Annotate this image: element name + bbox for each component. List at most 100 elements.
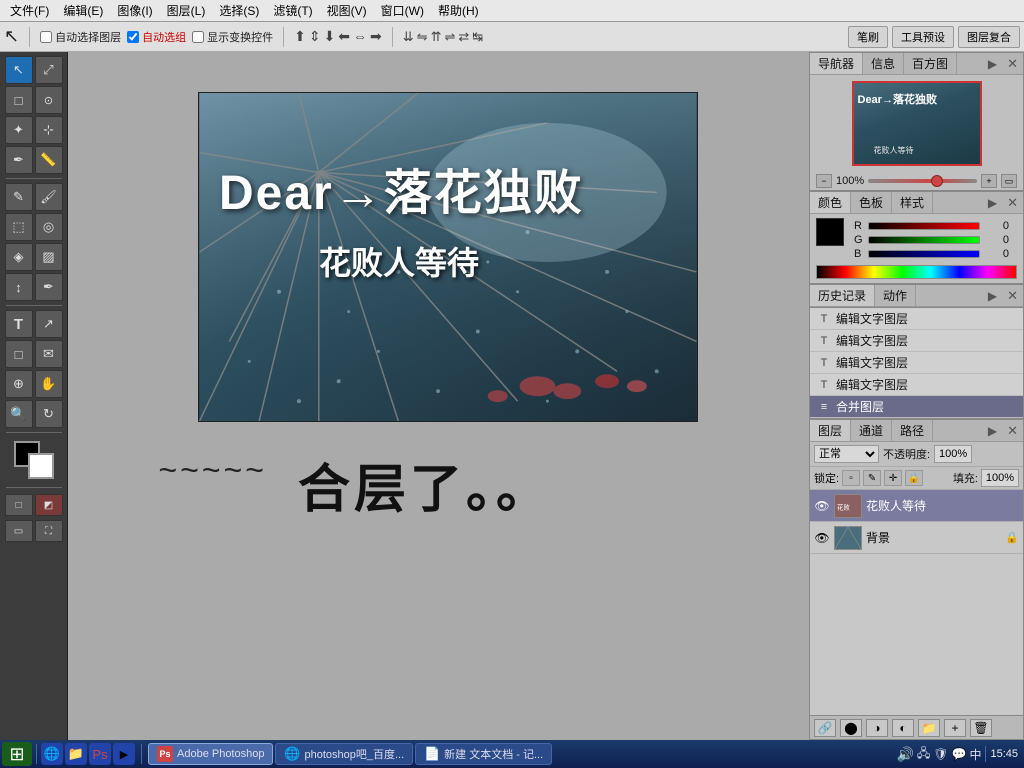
layer-comp-btn[interactable]: 图层复合 [958, 26, 1020, 48]
dodge-btn[interactable]: ↕ [5, 273, 33, 301]
layer-link-btn[interactable]: 🔗 [814, 719, 836, 737]
zoom-slider[interactable] [868, 179, 977, 183]
dist5-icon[interactable]: ⇄ [458, 29, 469, 45]
swatches-tab[interactable]: 色板 [851, 192, 892, 213]
move-tool-btn[interactable]: ↖ [5, 56, 33, 84]
fill-input[interactable] [981, 469, 1019, 487]
zoom-btn[interactable]: 🔍 [5, 400, 33, 428]
layer-item-2[interactable]: 👁 背景 🔒 [810, 522, 1023, 554]
arrow-quicklaunch[interactable]: ▶ [113, 743, 135, 765]
path-select-btn[interactable]: ↗ [35, 310, 63, 338]
network-icon[interactable]: 🖧 [917, 744, 930, 765]
taskbar-notepad[interactable]: 📄 新建 文本文档 - 记... [415, 743, 552, 765]
menu-select[interactable]: 选择(S) [213, 0, 265, 21]
menu-view[interactable]: 视图(V) [321, 0, 373, 21]
layer-group-btn[interactable]: 📁 [918, 719, 940, 737]
brush-btn[interactable]: 笔刷 [848, 26, 888, 48]
dist6-icon[interactable]: ↹ [472, 29, 483, 45]
eraser-btn[interactable]: ◈ [5, 243, 33, 271]
artboard-btn[interactable]: ⤢ [35, 56, 63, 84]
menu-file[interactable]: 文件(F) [4, 0, 55, 21]
color-panel-close[interactable]: ✕ [1002, 195, 1023, 211]
auto-select-layer[interactable]: 自动选择图层 [40, 29, 121, 45]
history-item-1[interactable]: T 编辑文字图层 [810, 308, 1023, 330]
history-item-3[interactable]: T 编辑文字图层 [810, 352, 1023, 374]
layer-mask-btn[interactable]: ◑ [866, 719, 888, 737]
history-item-2[interactable]: T 编辑文字图层 [810, 330, 1023, 352]
show-transform[interactable]: 显示变换控件 [192, 29, 273, 45]
align-bottom-icon[interactable]: ⬇ [324, 28, 336, 45]
shape-btn[interactable]: □ [5, 340, 33, 368]
layers-panel-close[interactable]: ✕ [1002, 423, 1023, 439]
lock-all-btn[interactable]: 🔒 [905, 470, 923, 486]
quick-select-btn[interactable]: ✦ [5, 116, 33, 144]
dist2-icon[interactable]: ⇋ [417, 29, 428, 45]
message-icon[interactable]: 💬 [952, 747, 967, 761]
layers-panel-menu[interactable]: ▶ [983, 424, 1002, 438]
histogram-tab[interactable]: 百方图 [904, 53, 957, 74]
actions-tab[interactable]: 动作 [875, 285, 916, 306]
layers-tab[interactable]: 图层 [810, 420, 851, 441]
zoom-out-btn[interactable]: − [816, 174, 832, 188]
styles-tab[interactable]: 样式 [892, 192, 933, 213]
history-panel-close[interactable]: ✕ [1002, 288, 1023, 304]
show-transform-checkbox[interactable] [192, 31, 204, 43]
zoom-fit-btn[interactable]: ▭ [1001, 174, 1017, 188]
color-gradient-bar[interactable] [816, 265, 1017, 279]
align-hcenter-icon[interactable]: ⇔ [353, 28, 367, 45]
menu-image[interactable]: 图像(I) [111, 0, 158, 21]
dist3-icon[interactable]: ⇈ [431, 29, 442, 45]
lock-paint-btn[interactable]: ✎ [863, 470, 881, 486]
green-slider[interactable] [868, 236, 980, 244]
clone-btn[interactable]: ⬚ [5, 213, 33, 241]
align-top-icon[interactable]: ⬆ [294, 28, 306, 45]
taskbar-ie[interactable]: 🌐 photoshop吧_百度... [275, 743, 413, 765]
lock-move-btn[interactable]: ✛ [884, 470, 902, 486]
dist4-icon[interactable]: ⇌ [444, 29, 455, 45]
layer-adj-btn[interactable]: ◐ [892, 719, 914, 737]
move-tool-icon[interactable]: ↖ [4, 26, 19, 47]
background-color[interactable] [28, 453, 54, 479]
info-tab[interactable]: 信息 [863, 53, 904, 74]
auto-select-group-checkbox[interactable] [127, 31, 139, 43]
ps-quicklaunch-icon[interactable]: Ps [89, 743, 111, 765]
history-item-5[interactable]: ≡ 合并图层 [810, 396, 1023, 418]
dist1-icon[interactable]: ⇊ [403, 29, 414, 45]
align-right-icon[interactable]: ➡ [370, 28, 382, 45]
auto-select-group[interactable]: 自动选组 [127, 29, 186, 45]
layer-item-1[interactable]: 👁 花败 花败人等待 [810, 490, 1023, 522]
paths-tab[interactable]: 路径 [892, 420, 933, 441]
navigator-tab[interactable]: 导航器 [810, 53, 863, 74]
history-panel-menu[interactable]: ▶ [983, 289, 1002, 303]
tool-preset-btn[interactable]: 工具预设 [892, 26, 954, 48]
folder-quicklaunch-icon[interactable]: 📁 [65, 743, 87, 765]
quick-mask-btn[interactable]: ◩ [35, 494, 63, 516]
opacity-input[interactable] [934, 445, 972, 463]
channels-tab[interactable]: 通道 [851, 420, 892, 441]
red-slider[interactable] [868, 222, 980, 230]
spot-heal-btn[interactable]: ✎ [5, 183, 33, 211]
ruler-btn[interactable]: 📏 [35, 146, 63, 174]
color-swatch[interactable] [816, 218, 844, 246]
layer-eye-1[interactable]: 👁 [814, 498, 830, 514]
lock-transparent-btn[interactable]: ▫ [842, 470, 860, 486]
history-tab[interactable]: 历史记录 [810, 285, 875, 306]
align-vcenter-icon[interactable]: ⇕ [309, 28, 321, 45]
notes-btn[interactable]: ✉ [35, 340, 63, 368]
menu-filter[interactable]: 滤镜(T) [267, 0, 318, 21]
menu-edit[interactable]: 编辑(E) [57, 0, 109, 21]
hand-btn[interactable]: ✋ [35, 370, 63, 398]
navigator-panel-close[interactable]: ✕ [1002, 56, 1023, 72]
start-button[interactable]: ⊞ [2, 742, 32, 766]
security-icon[interactable]: 🛡 [933, 747, 948, 761]
layer-new-btn[interactable]: + [944, 719, 966, 737]
color-panel-menu[interactable]: ▶ [983, 196, 1002, 210]
rect-select-btn[interactable]: □ [5, 86, 33, 114]
color-tab[interactable]: 颜色 [810, 192, 851, 213]
lang-icon[interactable]: 中 [969, 746, 981, 763]
align-left-icon[interactable]: ⬅ [338, 28, 350, 45]
type-btn[interactable]: T [5, 310, 33, 338]
standard-screen-btn[interactable]: ▭ [5, 520, 33, 542]
navigator-panel-menu[interactable]: ▶ [983, 57, 1002, 71]
pen-btn[interactable]: ✒ [35, 273, 63, 301]
